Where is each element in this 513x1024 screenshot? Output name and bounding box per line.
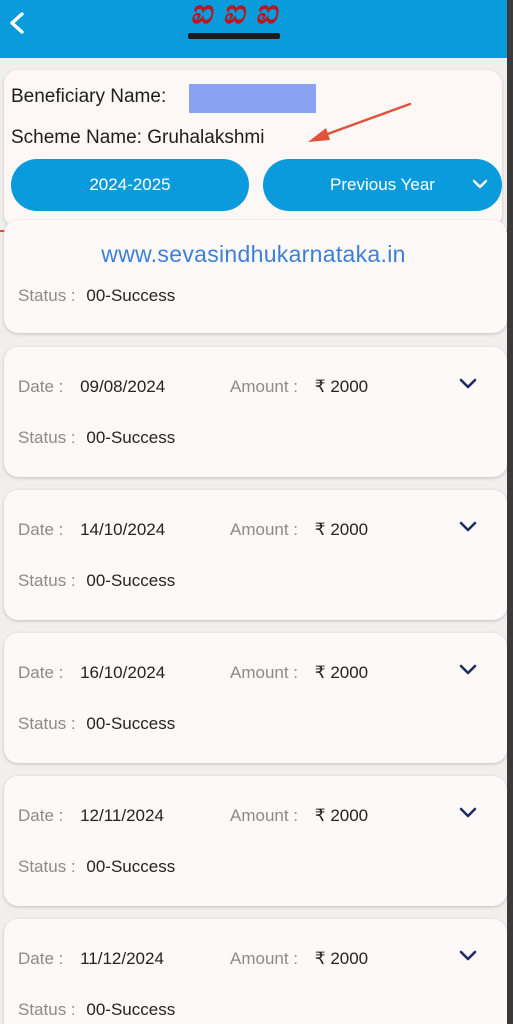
payment-card-first: Status : 00-Success [4,220,507,333]
scheme-name-row: Scheme Name: Gruhalakshmi [11,127,264,149]
date-label: Date : [18,949,64,968]
payment-card[interactable]: Date : 11/12/2024 Amount : ₹ 2000 Status… [4,919,507,1024]
status-label: Status : [18,286,76,305]
beneficiary-name-row: Beneficiary Name: [11,86,166,108]
status-label: Status : [18,571,76,590]
date-label: Date : [18,377,64,396]
amount-value: ₹ 2000 [314,949,369,968]
beneficiary-name-label: Beneficiary Name: [11,86,167,107]
status-label: Status : [18,428,76,447]
status-label: Status : [18,1000,76,1019]
status-value: 00-Success [86,1000,176,1019]
annotation-arrow-icon [308,102,412,142]
date-row: Date : 12/11/2024 [18,806,164,826]
year-2024-2025-button[interactable]: 2024-2025 [11,159,249,211]
amount-value: ₹ 2000 [314,806,369,825]
expand-chevron-icon[interactable] [456,518,480,536]
payment-card[interactable]: Date : 14/10/2024 Amount : ₹ 2000 Status… [4,490,507,620]
expand-chevron-icon[interactable] [456,804,480,822]
app-header: ಐ ಐ ಐ [0,0,507,58]
date-value: 16/10/2024 [80,663,166,682]
expand-chevron-icon[interactable] [456,947,480,965]
date-label: Date : [18,663,64,682]
scheme-name-value: Gruhalakshmi [147,127,265,148]
payment-card[interactable]: Date : 12/11/2024 Amount : ₹ 2000 Status… [4,776,507,906]
amount-row: Amount : ₹ 2000 [230,377,368,397]
date-value: 12/11/2024 [80,806,164,825]
status-label: Status : [18,714,76,733]
date-label: Date : [18,520,64,539]
status-value: 00-Success [86,714,176,733]
status-row: Status : 00-Success [18,1000,175,1020]
amount-label: Amount : [230,663,299,682]
beneficiary-info-card: Beneficiary Name: Scheme Name: Gruhalaks… [4,70,502,228]
status-row: Status : 00-Success [18,428,175,448]
payment-card[interactable]: Date : 16/10/2024 Amount : ₹ 2000 Status… [4,633,507,763]
date-row: Date : 16/10/2024 [18,663,165,683]
amount-value: ₹ 2000 [314,377,369,396]
amount-label: Amount : [230,806,299,825]
expand-chevron-icon[interactable] [456,661,480,679]
amount-label: Amount : [230,377,299,396]
previous-year-dropdown[interactable]: Previous Year [263,159,502,211]
expand-chevron-icon[interactable] [456,375,480,393]
back-button[interactable] [2,6,36,40]
amount-row: Amount : ₹ 2000 [230,949,368,969]
year-button-label: 2024-2025 [89,175,171,194]
date-row: Date : 14/10/2024 [18,520,165,540]
status-row: Status : 00-Success [18,857,175,877]
date-value: 11/12/2024 [80,949,164,968]
date-row: Date : 11/12/2024 [18,949,164,969]
date-value: 09/08/2024 [80,377,166,396]
date-row: Date : 09/08/2024 [18,377,165,397]
status-row: Status : 00-Success [18,286,175,306]
status-label: Status : [18,857,76,876]
watermark-url: www.sevasindhukarnataka.in [101,241,406,267]
logo-text: ಐ ಐ ಐ [190,0,278,31]
previous-year-label: Previous Year [330,175,435,194]
date-label: Date : [18,806,64,825]
status-value: 00-Success [86,428,176,447]
app-screen: ಐ ಐ ಐ Beneficiary Name: Scheme Name: Gru… [0,0,507,1024]
status-row: Status : 00-Success [18,571,175,591]
chevron-down-icon [472,179,488,189]
amount-value: ₹ 2000 [314,663,369,682]
app-logo: ಐ ಐ ಐ [178,0,290,46]
beneficiary-name-redacted [189,84,316,113]
chevron-left-icon [10,12,24,34]
date-value: 14/10/2024 [80,520,166,539]
status-row: Status : 00-Success [18,714,175,734]
status-value: 00-Success [86,857,176,876]
amount-row: Amount : ₹ 2000 [230,663,368,683]
amount-label: Amount : [230,949,299,968]
amount-row: Amount : ₹ 2000 [230,806,368,826]
logo-tagline [188,33,280,39]
payment-card[interactable]: Date : 09/08/2024 Amount : ₹ 2000 Status… [4,347,507,477]
status-value: 00-Success [86,286,176,305]
amount-label: Amount : [230,520,299,539]
screen-edge [507,0,513,1024]
amount-row: Amount : ₹ 2000 [230,520,368,540]
scheme-name-label: Scheme Name: [11,127,142,148]
status-value: 00-Success [86,571,176,590]
amount-value: ₹ 2000 [314,520,369,539]
